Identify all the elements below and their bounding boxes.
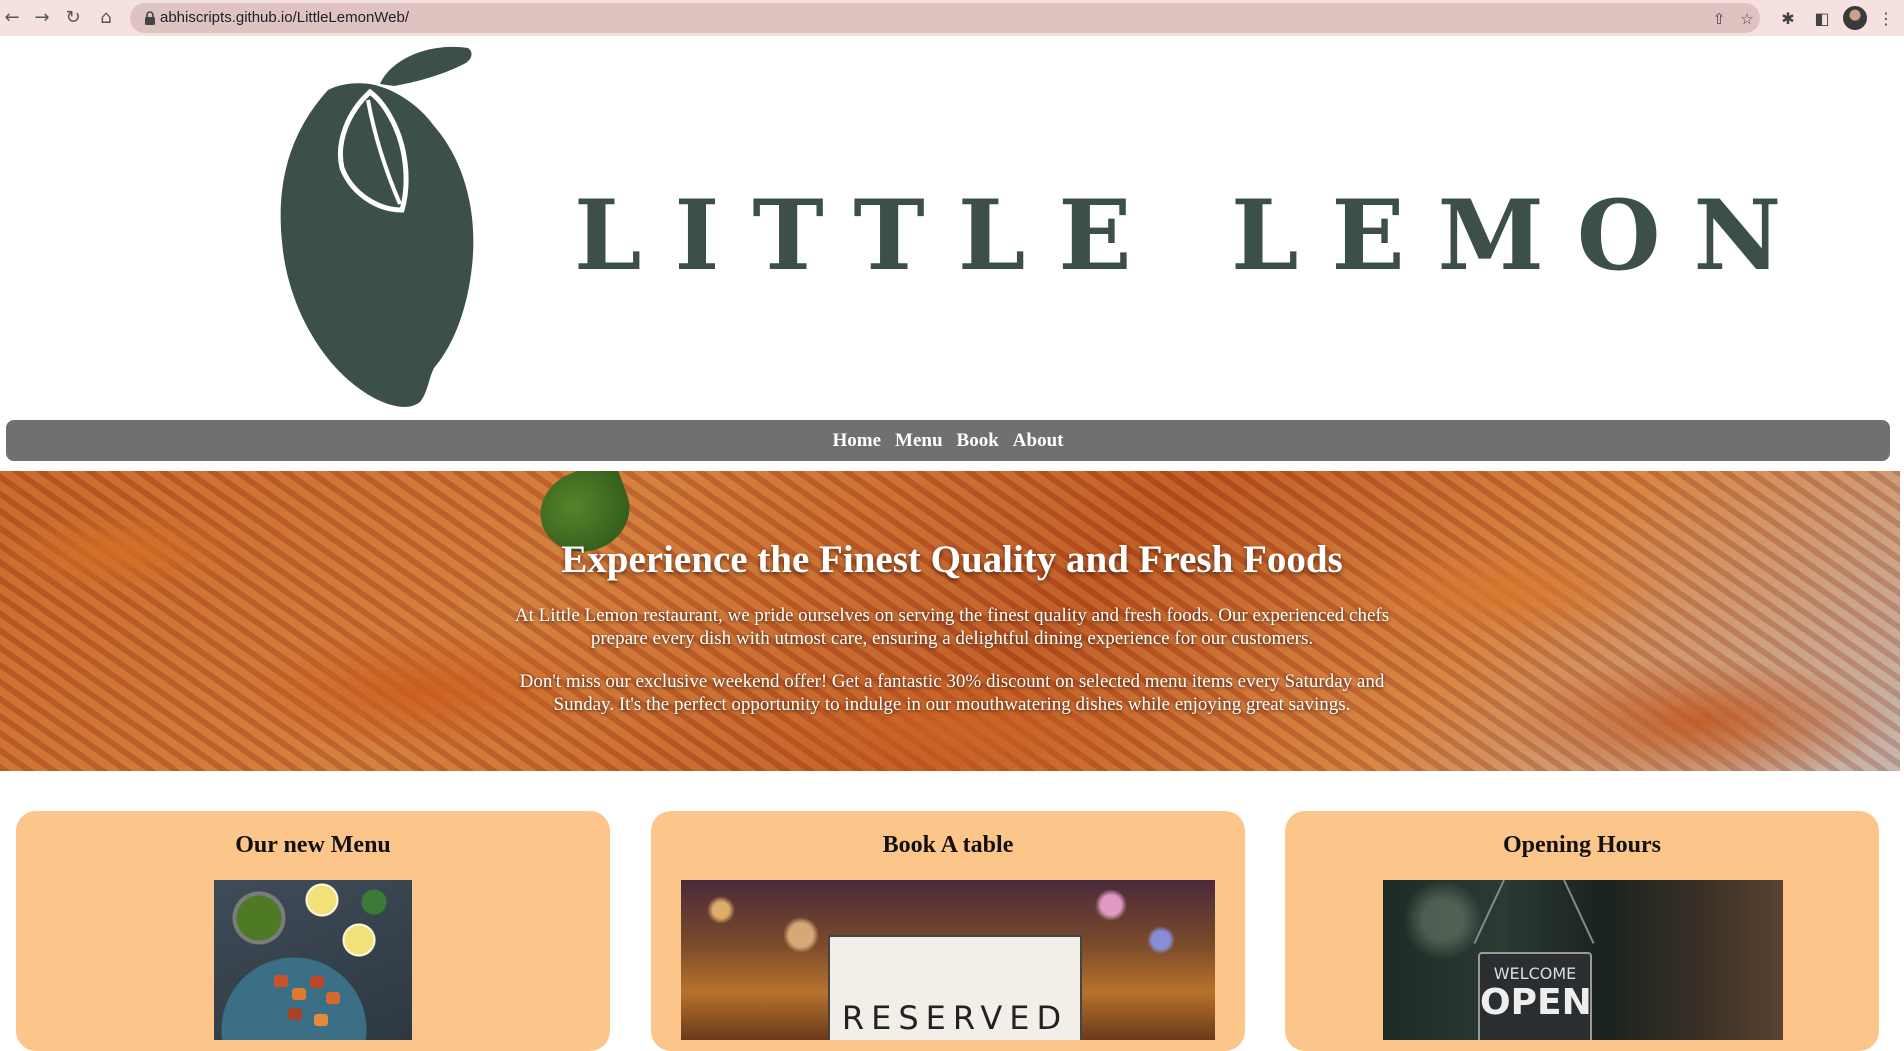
nav-link-book[interactable]: Book	[957, 430, 999, 452]
bookmark-star-icon[interactable]: ☆	[1736, 8, 1758, 30]
open-sign-image[interactable]: WELCOME OPEN	[1383, 880, 1783, 1040]
card-title: Book A table	[882, 832, 1014, 858]
hero-intro-text: At Little Lemon restaurant, we pride our…	[514, 605, 1390, 649]
side-panel-icon[interactable]: ◧	[1810, 6, 1834, 30]
card-new-menu: Our new Menu	[16, 811, 610, 1051]
more-menu-icon[interactable]: ⋮	[1874, 6, 1898, 30]
nav-link-about[interactable]: About	[1013, 430, 1064, 452]
lock-icon	[145, 11, 155, 25]
home-icon[interactable]: ⌂	[94, 5, 118, 29]
card-opening-hours: Opening Hours WELCOME OPEN	[1285, 811, 1879, 1051]
forward-icon[interactable]: →	[30, 5, 54, 29]
lemon-logo-icon	[280, 46, 474, 407]
address-bar[interactable]: abhiscripts.github.io/LittleLemonWeb/ ⇧ …	[130, 3, 1760, 33]
reload-icon[interactable]: ↻	[61, 5, 85, 29]
nav-link-home[interactable]: Home	[833, 430, 882, 452]
open-sign: WELCOME OPEN	[1478, 952, 1592, 1040]
url-text: abhiscripts.github.io/LittleLemonWeb/	[160, 9, 410, 26]
reserved-table-image[interactable]: RESERVED	[681, 880, 1215, 1040]
menu-food-image[interactable]	[214, 880, 412, 1040]
card-title: Opening Hours	[1502, 832, 1662, 858]
extensions-icon[interactable]: ✱	[1776, 6, 1800, 30]
hero-banner: Experience the Finest Quality and Fresh …	[0, 471, 1900, 771]
hero-title: Experience the Finest Quality and Fresh …	[561, 538, 1343, 581]
avatar[interactable]	[1843, 6, 1867, 30]
reserved-sign: RESERVED	[828, 935, 1082, 1040]
card-book-table: Book A table RESERVED	[651, 811, 1245, 1051]
browser-toolbar: ← → ↻ ⌂ abhiscripts.github.io/LittleLemo…	[0, 0, 1904, 36]
share-icon[interactable]: ⇧	[1708, 8, 1730, 30]
nav-link-menu[interactable]: Menu	[895, 430, 943, 452]
brand-wordmark: LITTLE LEMON	[574, 179, 1815, 292]
card-title: Our new Menu	[235, 832, 391, 858]
hero-offer-text: Don't miss our exclusive weekend offer! …	[519, 671, 1385, 715]
back-icon[interactable]: ←	[0, 5, 24, 29]
main-nav: Home Menu Book About	[6, 420, 1890, 461]
